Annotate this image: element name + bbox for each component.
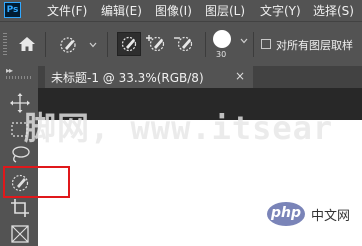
document-tab-strip: 未标题-1 @ 33.3%(RGB/8) × [38,66,362,88]
chevron-down-icon[interactable] [240,37,248,45]
add-to-selection-brush-button[interactable] [145,32,169,56]
crop-tool-icon[interactable] [9,197,31,219]
close-icon[interactable]: × [235,69,245,83]
home-icon[interactable] [18,35,36,53]
photoshop-logo: Ps [4,2,21,18]
brush-size-value: 30 [216,50,227,59]
menu-type[interactable]: 文字(Y) [260,2,301,19]
frame-tool-icon[interactable] [9,223,31,245]
menu-bar: Ps 文件(F) 编辑(E) 图像(I) 图层(L) 文字(Y) 选择(S) [0,0,362,21]
chevron-down-icon[interactable] [89,41,97,49]
separator [253,32,254,57]
brush-subtract-icon [174,36,193,52]
collapse-panel-icon[interactable]: ▸▸ [6,66,13,75]
tools-panel: ▸▸ [0,66,38,246]
tool-highlight-box [3,166,70,198]
menu-select[interactable]: 选择(S) [313,2,354,19]
menu-edit[interactable]: 编辑(E) [101,2,142,19]
sample-all-layers-label: 对所有图层取样 [276,39,353,52]
menu-layer[interactable]: 图层(L) [205,2,245,19]
brush-new-icon [121,36,137,52]
sample-all-layers-checkbox[interactable] [261,39,271,49]
php-logo: php [267,202,305,226]
tools-panel-grip[interactable] [6,76,32,79]
brush-size-preview[interactable] [213,30,231,48]
quick-selection-brush-icon[interactable] [57,35,79,55]
subtract-from-selection-brush-button[interactable] [173,32,197,56]
site-name: 中文网 [311,209,351,224]
watermark-text: 脚网, www.itsear [24,109,334,147]
options-bar-grip[interactable] [3,33,7,57]
document-tab-title: 未标题-1 @ 33.3%(RGB/8) [51,71,204,85]
menu-image[interactable]: 图像(I) [155,2,192,19]
brush-add-icon [146,35,165,52]
options-bar: 30 对所有图层取样 [0,21,362,66]
document-tab[interactable]: 未标题-1 @ 33.3%(RGB/8) × [45,66,253,88]
new-selection-brush-button[interactable] [117,32,141,56]
separator [45,32,46,57]
separator [107,32,108,57]
menu-file[interactable]: 文件(F) [47,2,87,19]
separator [205,32,206,57]
